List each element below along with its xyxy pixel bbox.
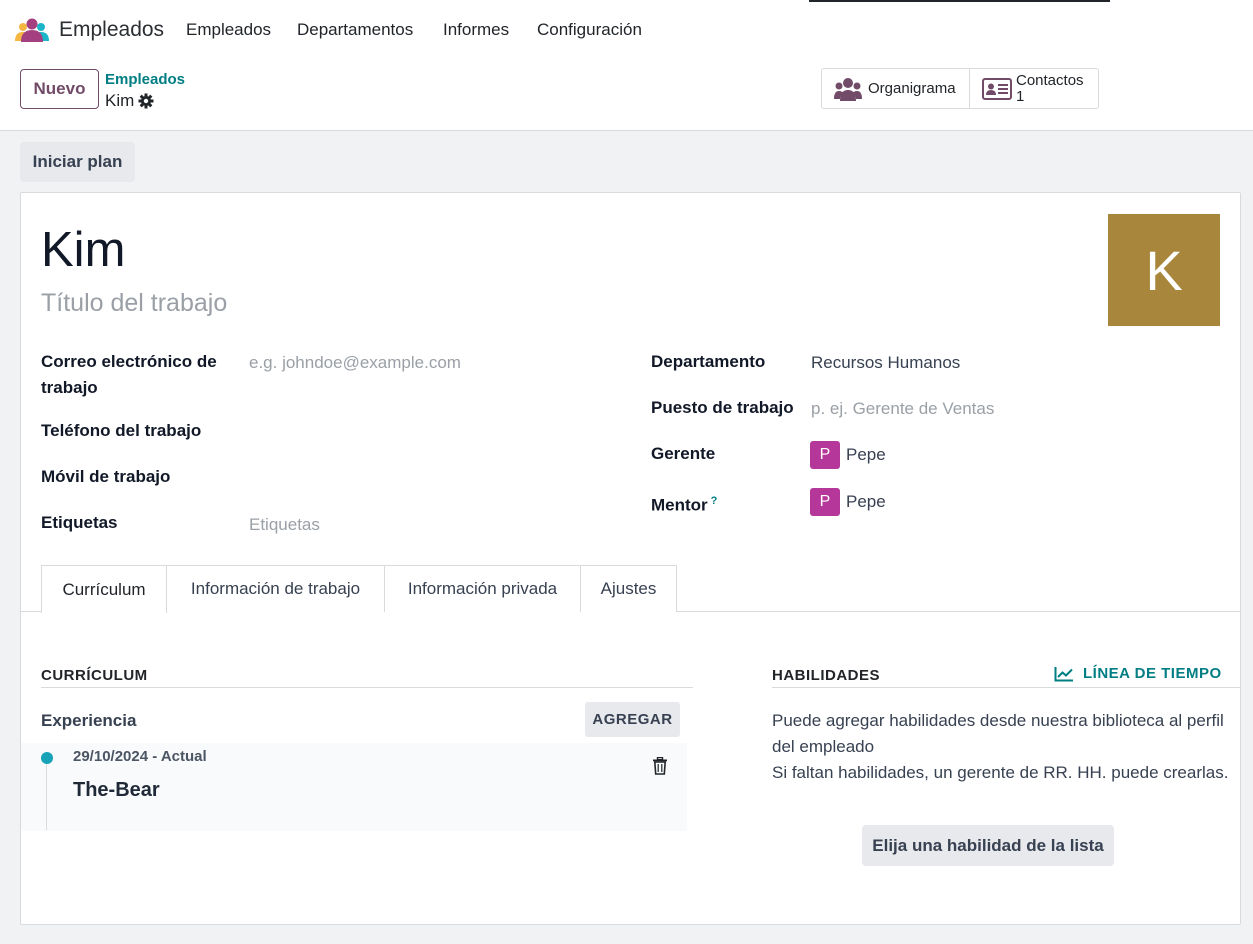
loading-bar bbox=[809, 0, 1110, 2]
work-email-input[interactable]: e.g. johndoe@example.com bbox=[249, 353, 461, 373]
work-mobile-input[interactable] bbox=[249, 464, 599, 490]
manager-input[interactable]: Pepe bbox=[846, 445, 886, 465]
tab-work-information[interactable]: Información de trabajo bbox=[166, 565, 385, 612]
line-chart-icon bbox=[1054, 666, 1073, 681]
top-navbar: Empleados Empleados Departamentos Inform… bbox=[0, 0, 1253, 60]
tab-settings[interactable]: Ajustes bbox=[580, 565, 677, 612]
timeline-dot bbox=[41, 752, 53, 764]
tags-label: Etiquetas bbox=[41, 513, 118, 532]
employee-form-sheet: Kim Título del trabajo K Correo electrón… bbox=[20, 192, 1241, 925]
breadcrumb-employees[interactable]: Empleados bbox=[105, 71, 185, 88]
tab-private-information[interactable]: Información privada bbox=[384, 565, 581, 612]
manager-avatar: P bbox=[810, 441, 840, 469]
skills-timeline-link[interactable]: LÍNEA DE TIEMPO bbox=[1054, 665, 1222, 682]
coach-avatar: P bbox=[810, 488, 840, 516]
menu-departments[interactable]: Departamentos bbox=[297, 20, 413, 40]
menu-reports[interactable]: Informes bbox=[443, 20, 509, 40]
coach-label-text: Mentor bbox=[651, 495, 708, 515]
skills-help-line-2: Si faltan habilidades, un gerente de RR.… bbox=[772, 763, 1229, 782]
resume-line-name: The-Bear bbox=[73, 779, 160, 801]
skills-section-divider bbox=[772, 687, 1240, 688]
manager-label: Gerente bbox=[651, 444, 716, 463]
experience-label: Experiencia bbox=[41, 711, 137, 730]
work-phone-input[interactable] bbox=[249, 418, 599, 444]
users-icon bbox=[834, 77, 862, 101]
resume-section-divider bbox=[41, 687, 693, 688]
add-resume-line-button[interactable]: AGREGAR bbox=[585, 702, 680, 737]
tags-input[interactable]: Etiquetas bbox=[249, 515, 320, 535]
smart-buttons: Organigrama Contactos 1 bbox=[821, 68, 1099, 109]
coach-label: Mentor? bbox=[651, 488, 717, 519]
new-button[interactable]: Nuevo bbox=[20, 69, 99, 109]
department-label: Departamento bbox=[651, 352, 766, 371]
employee-avatar[interactable]: K bbox=[1108, 214, 1220, 326]
department-input[interactable]: Recursos Humanos bbox=[811, 353, 960, 373]
contacts-count: 1 bbox=[1016, 87, 1025, 105]
breadcrumb-current-label: Kim bbox=[105, 91, 135, 110]
app-name[interactable]: Empleados bbox=[59, 18, 164, 42]
skills-help-line-1: Puede agregar habilidades desde nuestra … bbox=[772, 711, 1224, 756]
contacts-button[interactable]: Contactos 1 bbox=[969, 69, 1094, 108]
breadcrumb-current: Kim bbox=[105, 91, 154, 111]
skills-help-text: Puede agregar habilidades desde nuestra … bbox=[772, 708, 1242, 786]
work-mobile-label: Móvil de trabajo bbox=[41, 467, 171, 486]
coach-input[interactable]: Pepe bbox=[846, 492, 886, 512]
address-card-icon bbox=[982, 77, 1012, 100]
job-title-field[interactable]: Título del trabajo bbox=[41, 289, 227, 318]
menu-configuration[interactable]: Configuración bbox=[537, 20, 642, 40]
skills-section-title: HABILIDADES bbox=[772, 667, 881, 684]
resume-line-date: 29/10/2024 - Actual bbox=[73, 748, 207, 765]
start-plan-button[interactable]: Iniciar plan bbox=[20, 142, 135, 182]
work-email-label: Correo electrónico de trabajo bbox=[41, 352, 217, 397]
employees-app-icon[interactable] bbox=[14, 17, 50, 43]
trash-icon[interactable] bbox=[652, 757, 668, 775]
menu-employees[interactable]: Empleados bbox=[186, 20, 271, 40]
contacts-label: Contactos bbox=[1016, 71, 1084, 89]
tab-resume[interactable]: Currículum bbox=[41, 565, 167, 613]
org-chart-button[interactable]: Organigrama bbox=[822, 69, 969, 108]
pick-skill-button[interactable]: Elija una habilidad de la lista bbox=[862, 825, 1114, 866]
resume-section-title: CURRÍCULUM bbox=[41, 667, 148, 684]
job-position-label: Puesto de trabajo bbox=[651, 398, 794, 417]
job-position-input[interactable]: p. ej. Gerente de Ventas bbox=[811, 399, 994, 419]
skills-timeline-label: LÍNEA DE TIEMPO bbox=[1083, 665, 1222, 682]
org-chart-label: Organigrama bbox=[868, 80, 956, 97]
timeline-bar bbox=[46, 758, 47, 830]
help-tooltip-icon[interactable]: ? bbox=[711, 495, 718, 507]
control-panel: Nuevo Empleados Kim Organigrama Contacto… bbox=[0, 60, 1253, 131]
gear-icon[interactable] bbox=[138, 93, 154, 109]
work-phone-label: Teléfono del trabajo bbox=[41, 421, 202, 440]
employee-name-field[interactable]: Kim bbox=[41, 222, 125, 278]
